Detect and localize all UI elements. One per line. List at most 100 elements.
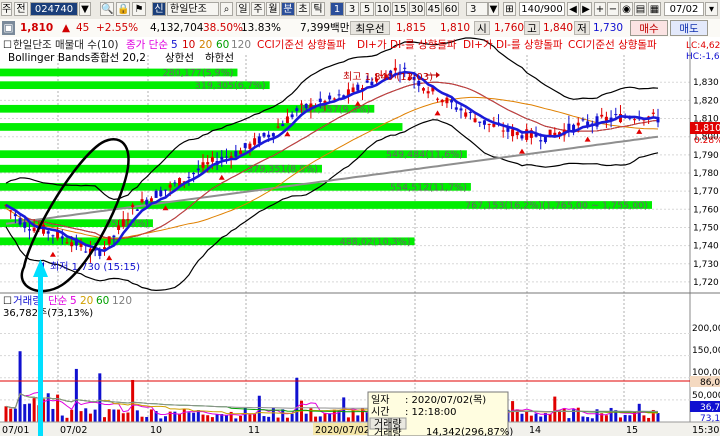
period-second[interactable]: 초 xyxy=(296,2,310,16)
volume-bar xyxy=(178,413,182,422)
menu-main-button[interactable]: 주 xyxy=(1,2,12,16)
legend-ma10: 10 xyxy=(182,39,195,51)
zoom-out-icon[interactable]: − xyxy=(607,2,619,16)
menu-jeon-button[interactable]: 전 xyxy=(14,2,28,16)
volume-bar xyxy=(135,410,139,422)
prev-arrow-icon[interactable]: ◀ xyxy=(567,2,579,16)
volume-bar xyxy=(27,403,31,422)
volume-bar xyxy=(604,415,608,422)
camera-icon[interactable]: ◉ xyxy=(620,2,633,16)
volume-bar xyxy=(126,412,130,422)
buy-button[interactable]: 매수 xyxy=(630,20,668,36)
grid-icon[interactable]: ⊞ xyxy=(503,2,516,16)
candle-body xyxy=(281,124,285,127)
candle-body xyxy=(46,231,50,234)
date-field[interactable]: 07/02 xyxy=(664,2,704,16)
volume-current-tag-text: 36,782 xyxy=(700,403,720,413)
volume-bar xyxy=(215,413,219,422)
candle-body xyxy=(145,199,149,205)
volume-bar xyxy=(32,398,36,422)
lock-icon[interactable]: 🔒 xyxy=(116,2,130,16)
candle-body xyxy=(220,156,224,160)
low-price: 1,730 xyxy=(593,22,624,34)
candle-body xyxy=(163,189,167,191)
minute-60[interactable]: 60 xyxy=(443,2,459,16)
volume-profile-label: 767,153(16,2%)(1,765,00 ~ 1,755,00) xyxy=(465,200,648,211)
volume-bar xyxy=(525,411,529,422)
minute-10[interactable]: 10 xyxy=(375,2,391,16)
candle-body xyxy=(576,122,580,126)
upper-band-legend: 상한선 xyxy=(165,52,194,64)
volume-bar xyxy=(285,417,289,422)
candle-body xyxy=(454,107,458,110)
volume-profile-label: 280,177(5,9%) xyxy=(163,68,234,79)
candle-body xyxy=(243,143,247,148)
volume-bar xyxy=(553,396,557,422)
candle-body xyxy=(356,84,360,91)
zoom-in-icon[interactable]: + xyxy=(594,2,606,16)
period-tick[interactable]: 틱 xyxy=(311,2,325,16)
volume-bar xyxy=(295,377,299,422)
chart-area[interactable]: 280,177(5,9%)319,305(6,7%)441,557(9,3%)5… xyxy=(0,37,720,436)
stock-code-input[interactable]: 024740 xyxy=(30,2,78,16)
period-day[interactable]: 일 xyxy=(236,2,250,16)
interval-dropdown-icon[interactable]: ▼ xyxy=(488,2,499,16)
minute-1[interactable]: 1 xyxy=(330,2,344,16)
interval-select[interactable]: 3 xyxy=(466,2,488,16)
volume-bar xyxy=(281,409,285,422)
period-week[interactable]: 주 xyxy=(251,2,265,16)
flag-icon[interactable]: ⚑ xyxy=(132,2,146,16)
count-field[interactable]: 140/900 xyxy=(519,2,565,16)
candle-body xyxy=(192,172,196,175)
candle-body xyxy=(614,114,618,116)
volume-bar xyxy=(267,416,271,422)
search-icon[interactable]: 🔍 xyxy=(100,2,114,16)
volume-bar xyxy=(65,417,69,422)
period-month[interactable]: 월 xyxy=(266,2,280,16)
candle-body xyxy=(487,123,491,126)
volume-bar xyxy=(117,409,121,422)
candle-body xyxy=(318,98,322,102)
candle-body xyxy=(60,236,64,239)
volume-bar xyxy=(346,417,350,422)
volume-bar xyxy=(206,415,210,422)
volume-bar xyxy=(74,368,78,422)
volume-checkbox-icon[interactable]: ☐ xyxy=(3,296,12,307)
candle-body xyxy=(84,251,88,253)
candle-body xyxy=(421,88,425,91)
candle-body xyxy=(224,156,228,158)
volume-bar xyxy=(609,407,613,422)
calendar-icon[interactable]: ▦ xyxy=(648,2,661,16)
candle-body xyxy=(131,204,135,208)
candle-body xyxy=(135,209,139,211)
candle-body xyxy=(445,97,449,104)
minute-45[interactable]: 45 xyxy=(426,2,442,16)
volume-profile-label: 319,305(6,7%) xyxy=(195,81,266,92)
candle-body xyxy=(23,222,27,228)
volume-profile-label: 549,484(11,6%) xyxy=(386,150,463,161)
minute-3[interactable]: 3 xyxy=(345,2,359,16)
lc-label: LC:4,62 xyxy=(686,41,720,51)
date-picker-icon[interactable]: ▾ xyxy=(705,2,718,16)
volume-bar xyxy=(243,408,247,422)
period-minute[interactable]: 분 xyxy=(281,2,295,16)
next-arrow-icon[interactable]: ▶ xyxy=(580,2,592,16)
minute-5[interactable]: 5 xyxy=(360,2,374,16)
name-search-icon[interactable]: ⌕ xyxy=(220,2,233,16)
minute-30[interactable]: 30 xyxy=(409,2,425,16)
volume-bar xyxy=(318,416,322,422)
code-dropdown-icon[interactable]: ▼ xyxy=(79,2,91,16)
candle-body xyxy=(276,126,280,128)
volume-bar xyxy=(539,416,543,422)
current-pct-tag: 0.28% xyxy=(694,136,720,146)
stock-name-field[interactable]: 한일단조 xyxy=(167,2,219,16)
chart-type-icon[interactable]: ▤ xyxy=(634,2,647,16)
price-tick-label: 1,750 xyxy=(693,223,719,233)
minute-15[interactable]: 15 xyxy=(392,2,408,16)
current-price-tag-text: 1,810 xyxy=(694,123,720,134)
candle-body xyxy=(257,136,261,144)
legend-checkbox-icon[interactable]: ☐ xyxy=(3,40,12,51)
volume-bar xyxy=(257,395,261,422)
hc-label: HC:-1,6 xyxy=(686,52,720,62)
sell-button[interactable]: 매도 xyxy=(670,20,708,36)
